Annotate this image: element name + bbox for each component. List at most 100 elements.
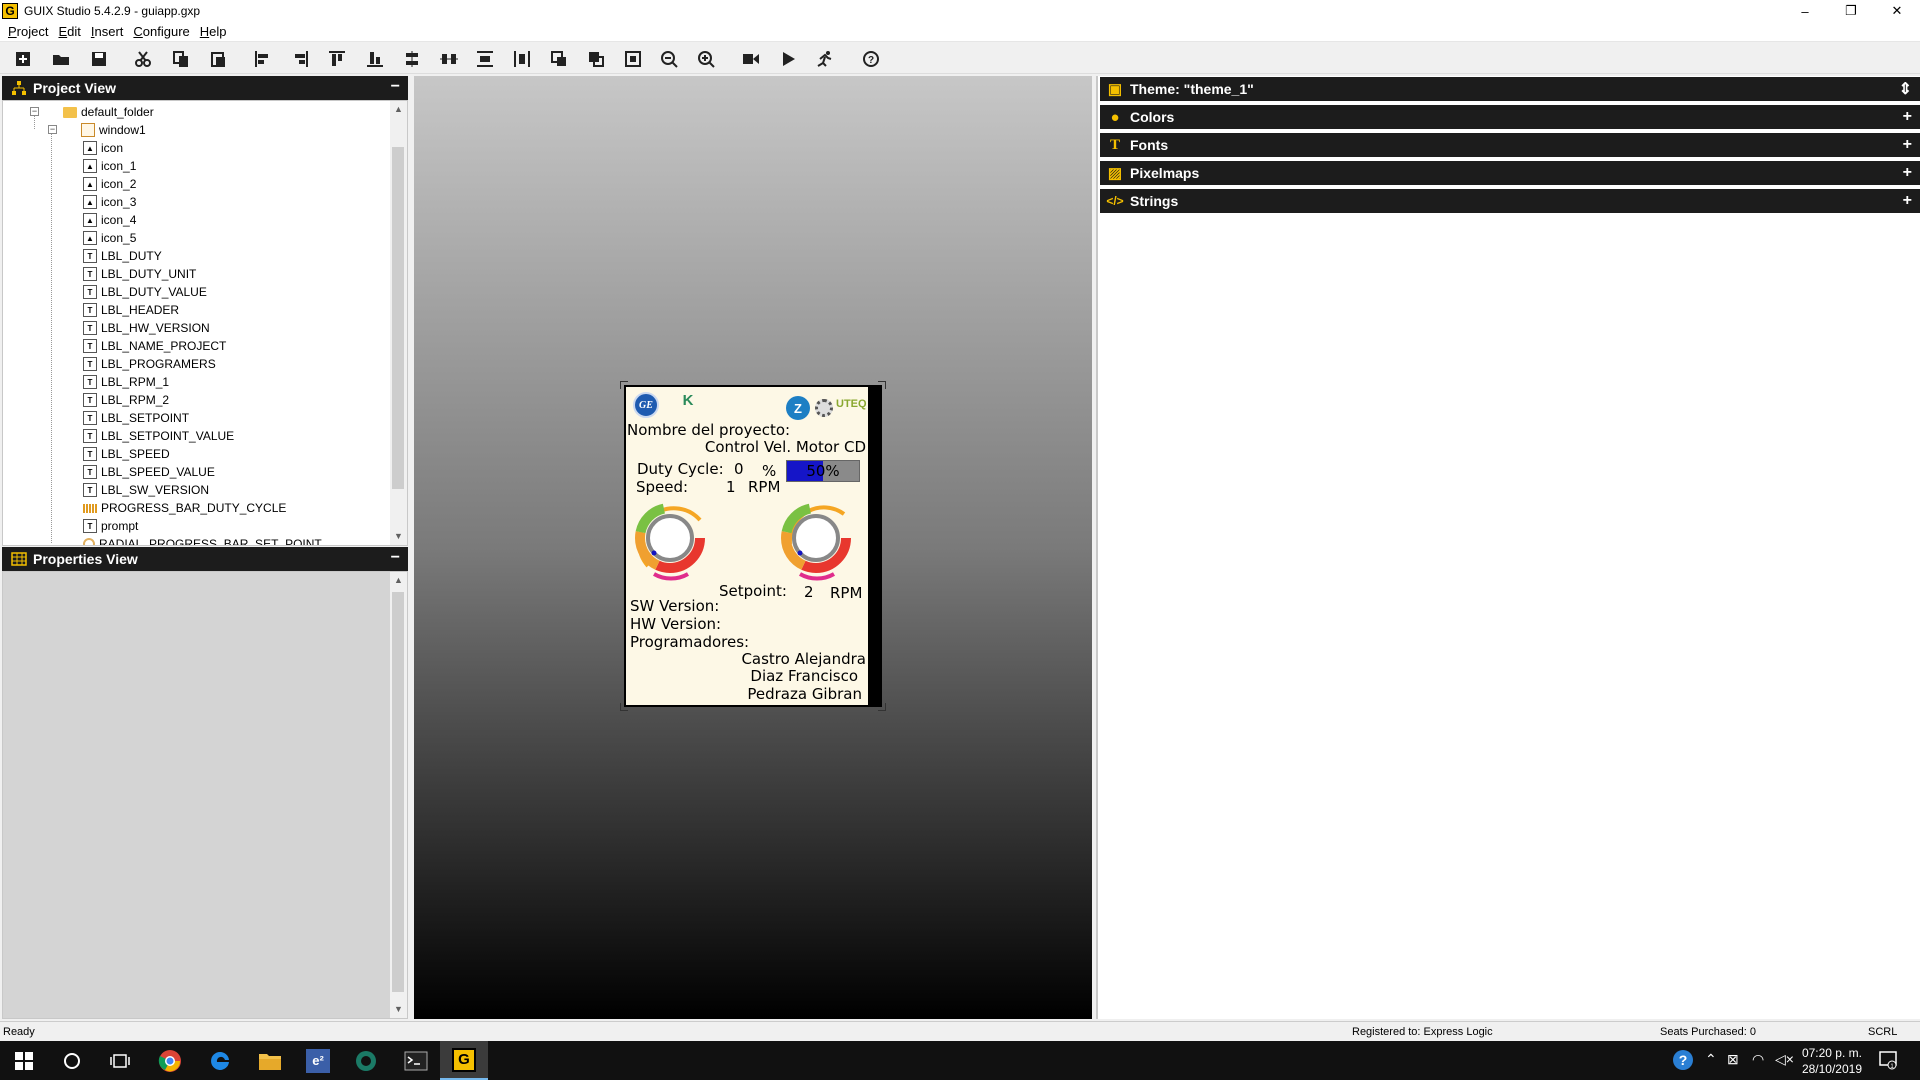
tree-item-lbl-setpoint[interactable]: T LBL_SETPOINT (83, 409, 189, 427)
help-icon[interactable]: ? (860, 49, 882, 69)
tree-item-lbl-rpm-2[interactable]: T LBL_RPM_2 (83, 391, 169, 409)
tree-item-lbl-rpm-1[interactable]: T LBL_RPM_1 (83, 373, 169, 391)
tree-item-icon[interactable]: ▲ icon (83, 139, 123, 157)
file-explorer-icon[interactable] (246, 1041, 294, 1080)
tree-item-lbl-header[interactable]: T LBL_HEADER (83, 301, 179, 319)
zoom-in-icon[interactable] (695, 49, 717, 69)
restore-button[interactable]: ❐ (1828, 0, 1874, 22)
scroll-up-arrow-icon[interactable]: ▲ (390, 101, 407, 118)
tree-item-default-folder[interactable]: default_folder (63, 103, 154, 121)
minimize-button[interactable]: – (1782, 0, 1828, 22)
expand-window1[interactable]: − (48, 125, 57, 134)
scroll-thumb[interactable] (392, 147, 404, 489)
tree-item-lbl-speed[interactable]: T LBL_SPEED (83, 445, 170, 463)
fonts-group-header[interactable]: T Fonts + (1100, 133, 1920, 157)
tree-item-lbl-programers[interactable]: T LBL_PROGRAMERS (83, 355, 216, 373)
tree-item-lbl-name-project[interactable]: T LBL_NAME_PROJECT (83, 337, 226, 355)
tree-item-lbl-sw-version[interactable]: T LBL_SW_VERSION (83, 481, 209, 499)
move-to-back-icon[interactable] (585, 49, 607, 69)
paste-icon[interactable] (207, 49, 229, 69)
tree-item-icon-2[interactable]: ▲ icon_2 (83, 175, 136, 193)
properties-view-collapse-button[interactable]: − (391, 549, 400, 567)
pixelmaps-group-header[interactable]: ▨ Pixelmaps + (1100, 161, 1920, 185)
move-to-front-icon[interactable] (548, 49, 570, 69)
menu-insert[interactable]: Insert (86, 22, 129, 42)
cortana-icon[interactable] (48, 1041, 96, 1080)
task-view-icon[interactable] (96, 1041, 144, 1080)
strings-expand-icon[interactable]: + (1903, 192, 1912, 210)
wifi-icon[interactable]: ◠ (1752, 1051, 1764, 1068)
project-view-collapse-button[interactable]: − (391, 78, 400, 96)
copy-icon[interactable] (170, 49, 192, 69)
tree-item-progress-bar-duty-cycle[interactable]: PROGRESS_BAR_DUTY_CYCLE (83, 499, 286, 517)
equal-height-icon[interactable] (438, 49, 460, 69)
notification-center-icon[interactable]: 1 (1878, 1050, 1898, 1073)
size-to-fit-icon[interactable] (622, 49, 644, 69)
new-project-icon[interactable] (12, 49, 34, 69)
colors-expand-icon[interactable]: + (1903, 108, 1912, 126)
text-icon: T (83, 267, 97, 281)
tree-item-icon-5[interactable]: ▲ icon_5 (83, 229, 136, 247)
network-warning-icon[interactable]: ⊠ (1727, 1051, 1739, 1068)
menu-edit[interactable]: Edit (53, 22, 85, 42)
menu-configure[interactable]: Configure (128, 22, 194, 42)
terminal-icon[interactable] (392, 1041, 440, 1080)
system-clock[interactable]: 07:20 p. m. 28/10/2019 (1802, 1045, 1862, 1077)
tree-item-icon-3[interactable]: ▲ icon_3 (83, 193, 136, 211)
tree-item-lbl-hw-version[interactable]: T LBL_HW_VERSION (83, 319, 210, 337)
vspace-icon[interactable] (511, 49, 533, 69)
hspace-icon[interactable] (474, 49, 496, 69)
menu-project[interactable]: Project (3, 22, 53, 42)
cut-icon[interactable] (132, 49, 154, 69)
window1-preview[interactable]: GE K Z UTEQ Nombre del proyecto: Control… (624, 385, 882, 707)
open-icon[interactable] (50, 49, 72, 69)
icon-icon: ▲ (83, 213, 97, 227)
equal-width-icon[interactable] (401, 49, 423, 69)
fonts-expand-icon[interactable]: + (1903, 136, 1912, 154)
scroll-up-arrow-icon[interactable]: ▲ (390, 572, 407, 589)
scroll-down-arrow-icon[interactable]: ▼ (390, 1001, 407, 1018)
chrome-icon[interactable] (146, 1041, 194, 1080)
e2-studio-icon[interactable]: e² (294, 1041, 342, 1080)
menu-help[interactable]: Help (195, 22, 232, 42)
volume-muted-icon[interactable]: ◁× (1775, 1051, 1794, 1068)
help-tray-icon[interactable]: ? (1672, 1049, 1694, 1074)
tree-item-lbl-setpoint-value[interactable]: T LBL_SETPOINT_VALUE (83, 427, 234, 445)
tree-item-window1[interactable]: window1 (81, 121, 146, 139)
expand-default-folder[interactable]: − (30, 107, 39, 116)
close-button[interactable]: ✕ (1874, 0, 1920, 22)
run-icon[interactable] (777, 49, 799, 69)
tree-item-icon-1[interactable]: ▲ icon_1 (83, 157, 136, 175)
save-icon[interactable] (88, 49, 110, 69)
tree-item-lbl-duty[interactable]: T LBL_DUTY (83, 247, 162, 265)
edge-icon[interactable] (196, 1041, 244, 1080)
guix-studio-icon[interactable]: G (440, 1041, 488, 1080)
align-left-icon[interactable] (252, 49, 274, 69)
align-right-icon[interactable] (289, 49, 311, 69)
project-tree-scrollbar[interactable]: ▲ ▼ (390, 101, 407, 545)
chevron-up-icon[interactable]: ⌃ (1705, 1051, 1717, 1068)
windows-start-icon[interactable] (0, 1041, 48, 1080)
app-icon[interactable] (342, 1041, 390, 1080)
pixelmaps-expand-icon[interactable]: + (1903, 164, 1912, 182)
clock-time: 07:20 p. m. (1801, 1046, 1862, 1060)
tree-item-radial-progress-bar-set-point[interactable]: RADIAL_PROGRESS_BAR_SET_POINT (83, 535, 322, 545)
tree-item-icon-4[interactable]: ▲ icon_4 (83, 211, 136, 229)
theme-selector[interactable]: ▣ Theme: "theme_1" ⇕ (1100, 77, 1920, 101)
tree-item-lbl-speed-value[interactable]: T LBL_SPEED_VALUE (83, 463, 215, 481)
properties-scrollbar[interactable]: ▲ ▼ (390, 572, 407, 1018)
zoom-out-icon[interactable] (658, 49, 680, 69)
run-app-icon[interactable] (814, 49, 836, 69)
theme-spin-icon[interactable]: ⇕ (1899, 79, 1912, 99)
record-macro-icon[interactable] (740, 49, 762, 69)
project-tree[interactable]: − − default_folder window1 ▲ icon ▲ icon_1 ▲ ic… (2, 100, 408, 546)
tree-item-lbl-duty-unit[interactable]: T LBL_DUTY_UNIT (83, 265, 196, 283)
scroll-down-arrow-icon[interactable]: ▼ (390, 528, 407, 545)
tree-item-lbl-duty-value[interactable]: T LBL_DUTY_VALUE (83, 283, 207, 301)
align-top-icon[interactable] (326, 49, 348, 69)
scroll-thumb[interactable] (392, 592, 404, 992)
strings-group-header[interactable]: </> Strings + (1100, 189, 1920, 213)
colors-group-header[interactable]: ● Colors + (1100, 105, 1920, 129)
tree-item-prompt[interactable]: Tprompt (83, 517, 138, 535)
align-bottom-icon[interactable] (364, 49, 386, 69)
